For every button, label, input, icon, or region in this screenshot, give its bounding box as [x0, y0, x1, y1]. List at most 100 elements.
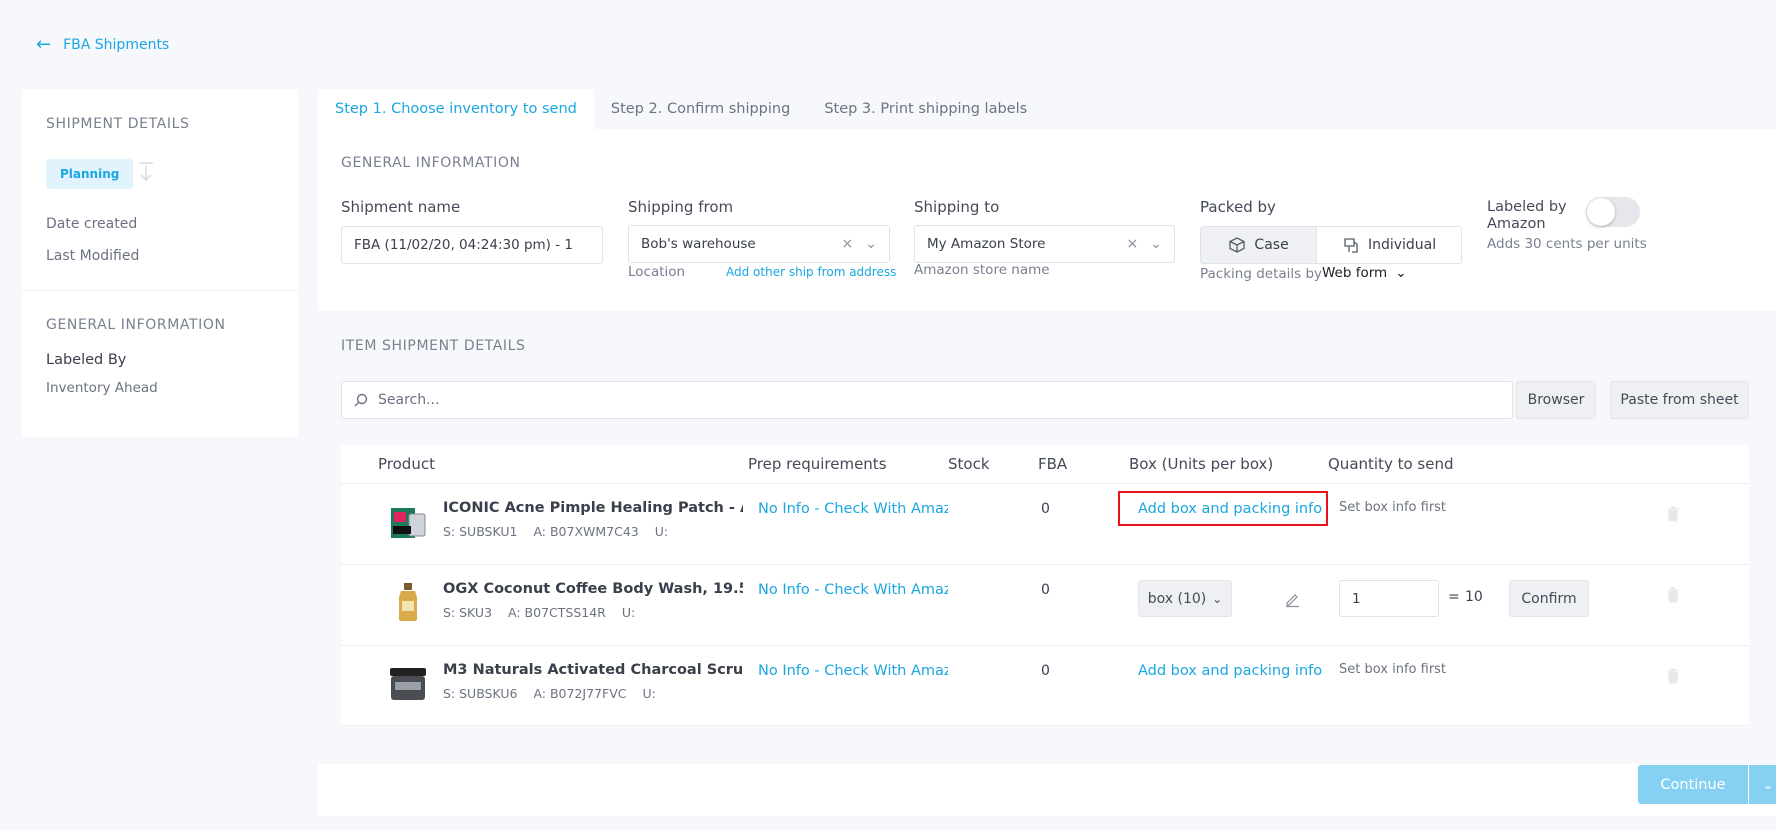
tab-step-2[interactable]: Step 2. Confirm shipping [594, 89, 807, 129]
packing-details-label: Packing details by [1200, 266, 1323, 282]
status-badge: Planning [46, 159, 134, 189]
shipping-from-label: Shipping from [628, 198, 734, 216]
col-fba: FBA [1038, 455, 1068, 473]
packing-details-select[interactable]: Web form ⌄ [1322, 265, 1407, 281]
date-created-label: Date created [46, 216, 138, 232]
fba-value: 0 [1041, 501, 1050, 517]
equals-sign: = [1448, 589, 1460, 605]
table-row: ICONIC Acne Pimple Healing Patch - Absor… [341, 483, 1749, 564]
product-asin: A: B07CTSS14R [508, 605, 606, 620]
labeled-by-amazon-sub: Adds 30 cents per units [1487, 236, 1647, 252]
step-tabs: Step 1. Choose inventory to send Step 2.… [318, 89, 1044, 129]
shipment-name-label: Shipment name [341, 198, 461, 216]
chevron-down-icon: ⌄ [1150, 236, 1162, 252]
shipping-to-sub: Amazon store name [914, 262, 1050, 278]
product-ids: S: SUBSKU6 A: B072J77FVC U: [443, 686, 656, 701]
general-info-heading: GENERAL INFORMATION [341, 155, 521, 171]
continue-button[interactable]: Continue [1638, 765, 1748, 804]
shipping-from-sub: Location [628, 264, 686, 280]
tab-step-1[interactable]: Step 1. Choose inventory to send [318, 89, 594, 129]
add-ship-from-link[interactable]: Add other ship from address [726, 265, 896, 279]
labeled-by-value: Inventory Ahead [46, 380, 158, 396]
download-icon[interactable] [136, 161, 156, 187]
product-sku: S: SUBSKU6 [443, 686, 518, 701]
product-image [387, 581, 429, 623]
product-name[interactable]: ICONIC Acne Pimple Healing Patch - Absor… [443, 500, 743, 516]
paste-from-sheet-button[interactable]: Paste from sheet [1610, 381, 1749, 419]
shipping-to-select[interactable]: My Amazon Store × ⌄ [914, 225, 1175, 263]
trash-icon[interactable] [1666, 587, 1680, 603]
col-qty: Quantity to send [1328, 455, 1454, 473]
labeled-by-amazon-toggle[interactable] [1586, 197, 1640, 227]
total-units: 10 [1465, 589, 1483, 605]
product-asin: A: B072J77FVC [533, 686, 627, 701]
chevron-down-icon: ⌄ [1395, 265, 1407, 281]
chevron-down-icon: ⌄ [865, 236, 877, 252]
prep-link[interactable]: No Info - Check With Amazon [758, 582, 948, 598]
product-upc: U: [621, 605, 636, 620]
product-sku: S: SKU3 [443, 605, 493, 620]
product-image [387, 500, 429, 542]
chevron-down-icon: ⌄ [1212, 591, 1223, 606]
product-name[interactable]: M3 Naturals Activated Charcoal Scrub Inf… [443, 662, 743, 678]
search-input[interactable]: Search... [341, 381, 1513, 419]
col-prep: Prep requirements [748, 455, 887, 473]
packed-by-case[interactable]: Case [1201, 227, 1318, 263]
back-link-label: FBA Shipments [63, 37, 170, 53]
items-table: Product Prep requirements Stock FBA Box … [341, 445, 1749, 727]
arrow-left-icon: ← [36, 34, 52, 55]
labeled-by-label: Labeled By [46, 352, 127, 368]
labeled-by-amazon-label: Labeled by Amazon [1487, 199, 1567, 232]
product-asin: A: B07XWM7C43 [533, 524, 639, 539]
col-product: Product [378, 455, 435, 473]
trash-icon[interactable] [1666, 668, 1680, 684]
quantity-input[interactable]: 1 [1339, 580, 1439, 617]
table-row: OGX Coconut Coffee Body Wash, 19.5oz S: … [341, 564, 1749, 645]
browser-button[interactable]: Browser [1516, 381, 1596, 419]
col-box: Box (Units per box) [1129, 455, 1274, 473]
box-select[interactable]: box (10) ⌄ [1138, 580, 1232, 617]
clear-icon[interactable]: × [1127, 236, 1139, 252]
individual-label: Individual [1367, 237, 1437, 253]
product-ids: S: SKU3 A: B07CTSS14R U: [443, 605, 635, 620]
packed-by-label: Packed by [1200, 198, 1276, 216]
search-placeholder: Search... [378, 392, 440, 408]
clear-icon[interactable]: × [842, 236, 854, 252]
shipping-to-value: My Amazon Store [927, 236, 1046, 252]
shipping-from-select[interactable]: Bob's warehouse × ⌄ [628, 225, 890, 263]
shipment-details-panel: SHIPMENT DETAILS Planning Date created L… [22, 89, 298, 437]
edit-icon[interactable] [1284, 591, 1301, 608]
product-upc: U: [642, 686, 656, 701]
product-upc: U: [654, 524, 669, 539]
packed-by-individual[interactable]: Individual [1317, 227, 1461, 263]
packed-by-toggle: Case Individual [1200, 226, 1462, 264]
product-image [387, 662, 429, 704]
packing-details-value: Web form [1322, 265, 1388, 281]
tab-step-3[interactable]: Step 3. Print shipping labels [807, 89, 1044, 129]
search-icon [354, 393, 368, 407]
fba-value: 0 [1041, 582, 1050, 598]
trash-icon[interactable] [1666, 506, 1680, 522]
item-shipment-title: ITEM SHIPMENT DETAILS [341, 338, 526, 354]
shipment-name-input[interactable]: FBA (11/02/20, 04:24:30 pm) - 1 [341, 226, 603, 264]
box-icon [1229, 237, 1246, 253]
shipping-from-value: Bob's warehouse [641, 236, 756, 252]
product-name[interactable]: OGX Coconut Coffee Body Wash, 19.5oz [443, 581, 743, 597]
confirm-button[interactable]: Confirm [1509, 580, 1589, 617]
quantity-value: 1 [1352, 590, 1361, 607]
general-info-title: GENERAL INFORMATION [46, 317, 226, 333]
box-select-value: box (10) [1147, 590, 1207, 607]
last-modified-label: Last Modified [46, 248, 140, 264]
general-information-card: GENERAL INFORMATION Shipment name FBA (1… [318, 129, 1776, 311]
prep-link[interactable]: No Info - Check With Amazon [758, 663, 948, 679]
product-sku: S: SUBSKU1 [443, 524, 518, 539]
add-box-info-link[interactable]: Add box and packing information [1138, 501, 1323, 517]
fba-value: 0 [1041, 663, 1050, 679]
add-box-info-link[interactable]: Add box and packing information [1138, 663, 1323, 679]
continue-dropdown[interactable]: ⌄ [1749, 765, 1776, 804]
set-box-note: Set box info first [1339, 500, 1447, 515]
shipment-name-value: FBA (11/02/20, 04:24:30 pm) - 1 [354, 237, 573, 253]
product-ids: S: SUBSKU1 A: B07XWM7C43 U: [443, 524, 668, 539]
prep-link[interactable]: No Info - Check With Amazon [758, 501, 948, 517]
back-link[interactable]: ← FBA Shipments [36, 36, 169, 54]
